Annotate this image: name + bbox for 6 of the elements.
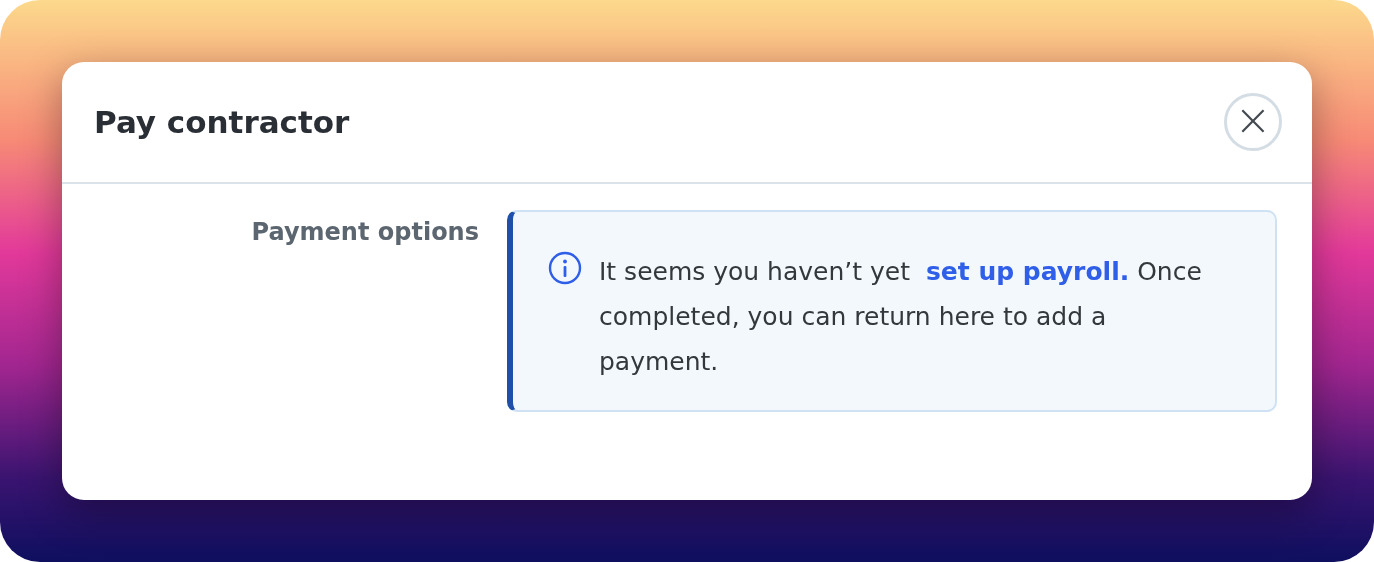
info-icon bbox=[547, 250, 583, 286]
field-label: Payment options bbox=[250, 217, 479, 246]
setup-payroll-link[interactable]: set up payroll. bbox=[925, 257, 1130, 286]
alert-message: It seems you haven’t yet set up payroll. Once completed, you can return here to add a payment. bbox=[599, 256, 1203, 378]
close-button[interactable]: × bbox=[1224, 93, 1282, 151]
dialog-title: Pay contractor bbox=[94, 104, 350, 140]
